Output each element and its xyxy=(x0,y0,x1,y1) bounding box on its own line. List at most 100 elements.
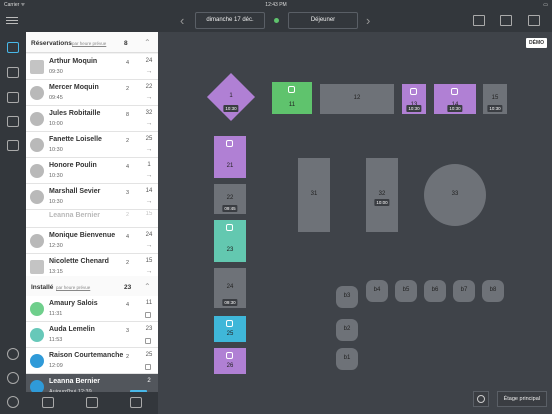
top-bar: ‹ dimanche 17 déc. Déjeuner › xyxy=(0,10,552,32)
table-31[interactable]: 31 xyxy=(298,158,330,232)
next-day-button[interactable]: › xyxy=(366,13,370,28)
gear-icon[interactable] xyxy=(7,348,19,360)
bell-tab-icon[interactable] xyxy=(130,397,142,408)
reserved-icon xyxy=(226,140,233,147)
seated-row[interactable]: Amaury Salois 11:31 4 11 xyxy=(26,296,158,322)
cover-count: 2 xyxy=(126,86,130,92)
table-number: 15 xyxy=(145,258,153,264)
info-icon[interactable] xyxy=(7,372,19,384)
cover-count: 4 xyxy=(126,302,130,308)
table-12[interactable]: 12 xyxy=(320,84,394,114)
table-25[interactable]: 25 xyxy=(214,316,246,342)
table-number: 26 xyxy=(226,363,234,369)
table-14[interactable]: 14 10:30 xyxy=(434,84,476,114)
book-icon[interactable] xyxy=(528,15,540,26)
table-time: 10:30 xyxy=(447,105,463,112)
table-time: 10:30 xyxy=(406,105,422,112)
table-time: 10:00 xyxy=(374,199,390,206)
reservation-row[interactable]: Honore Poulin 10:30 4 1 → xyxy=(26,158,158,184)
table-b5[interactable]: b5 xyxy=(395,280,417,302)
status-bar: Carrier ᯤ 12:43 PM ▭ xyxy=(0,0,552,10)
floor-plan: DÉMO 1 10:30 11 12 13 10:30 14 10:30 15 … xyxy=(160,32,552,414)
table-21[interactable]: 21 xyxy=(214,136,246,178)
seated-row[interactable]: Auda Lemelin 11:53 3 23 xyxy=(26,322,158,348)
chevron-up-icon[interactable]: ⌃ xyxy=(144,282,151,291)
seat-arrow-icon[interactable]: → xyxy=(142,172,156,179)
seat-arrow-icon[interactable]: → xyxy=(142,146,156,153)
date-selector[interactable]: dimanche 17 déc. xyxy=(195,12,265,29)
table-number: 11 xyxy=(145,300,153,306)
service-selector[interactable]: Déjeuner xyxy=(288,12,358,29)
table-33[interactable]: 33 xyxy=(424,164,486,226)
seat-arrow-icon[interactable]: → xyxy=(142,242,156,249)
table-b2[interactable]: b2 xyxy=(336,319,358,341)
guest-name: Jules Robitaille xyxy=(49,110,101,117)
table-number: 15 xyxy=(145,211,153,217)
reservation-row[interactable]: Jules Robitaille 10:00 8 32 → xyxy=(26,106,158,132)
table-b6[interactable]: b6 xyxy=(424,280,446,302)
seated-row[interactable]: Raison Courtemanche 12:09 2 25 xyxy=(26,348,158,374)
person-icon xyxy=(30,328,44,342)
table-24[interactable]: 24 09:30 xyxy=(214,268,246,308)
guest-name: Leanna Bernier xyxy=(49,378,100,385)
guest-name: Auda Lemelin xyxy=(49,326,95,333)
table-15[interactable]: 15 10:30 xyxy=(483,84,507,114)
seat-arrow-icon[interactable]: → xyxy=(142,198,156,205)
floor-selector-button[interactable]: Étage principal xyxy=(496,391,547,407)
cover-count: 3 xyxy=(126,328,130,334)
seated-sort-link[interactable]: par heure prévue xyxy=(56,285,90,290)
reservation-row[interactable]: Marshall Sevier 10:30 3 14 → xyxy=(26,184,158,210)
guest-name: Marshall Sevier xyxy=(49,188,101,195)
table-26[interactable]: 26 xyxy=(214,348,246,374)
table-b8[interactable]: b8 xyxy=(482,280,504,302)
reservations-sort-link[interactable]: par heure prévue xyxy=(72,41,106,46)
person-icon xyxy=(30,86,44,100)
table-b7[interactable]: b7 xyxy=(453,280,475,302)
menu-icon[interactable] xyxy=(6,15,18,27)
seat-arrow-icon[interactable]: → xyxy=(142,268,156,275)
table-b3[interactable]: b3 xyxy=(336,286,358,308)
reservation-time: 09:30 xyxy=(49,69,63,75)
reservation-time: 13:15 xyxy=(49,269,63,275)
table-view-icon[interactable] xyxy=(500,15,512,26)
waitlist-tab-icon[interactable] xyxy=(42,397,54,408)
table-number: b6 xyxy=(431,287,439,293)
table-11[interactable]: 11 xyxy=(272,82,312,114)
reservation-row[interactable]: Arthur Moquin 09:30 4 24 → xyxy=(26,54,158,80)
checkbox-icon[interactable] xyxy=(145,364,151,370)
reservation-row[interactable]: Monique Bienvenue 12:30 4 24 → xyxy=(26,228,158,254)
seat-arrow-icon[interactable]: → xyxy=(142,120,156,127)
reservation-row-dragging[interactable]: Leanna Bernier 2 15 xyxy=(26,210,158,228)
chevron-up-icon[interactable]: ⌃ xyxy=(144,38,151,47)
occupied-icon xyxy=(288,86,295,93)
report-icon[interactable] xyxy=(473,15,485,26)
book-tab-icon[interactable] xyxy=(86,397,98,408)
person-icon xyxy=(30,190,44,204)
table-22[interactable]: 22 09:45 xyxy=(214,184,246,214)
seated-time: 11:53 xyxy=(49,337,63,343)
seat-arrow-icon[interactable]: → xyxy=(142,94,156,101)
table-number: 1 xyxy=(147,162,151,168)
power-icon[interactable] xyxy=(7,396,19,408)
table-1-label: 1 10:30 xyxy=(214,80,248,114)
table-23[interactable]: 23 xyxy=(214,220,246,262)
table-32[interactable]: 32 10:00 xyxy=(366,158,398,232)
table-b1[interactable]: b1 xyxy=(336,348,358,370)
bell-icon[interactable] xyxy=(7,140,19,151)
checkbox-icon[interactable] xyxy=(145,312,151,318)
previous-day-button[interactable]: ‹ xyxy=(180,13,184,28)
reservation-row[interactable]: Mercer Moquin 09:45 2 22 → xyxy=(26,80,158,106)
checkbox-icon[interactable] xyxy=(145,338,151,344)
floor-plan-icon[interactable] xyxy=(7,42,19,53)
reservation-row[interactable]: Fanette Loiselle 10:30 2 25 → xyxy=(26,132,158,158)
waitlist-icon[interactable] xyxy=(7,67,19,78)
guest-book-icon[interactable] xyxy=(7,116,19,127)
guest-name: Raison Courtemanche xyxy=(49,352,124,359)
table-number: 14 xyxy=(145,188,153,194)
table-13[interactable]: 13 10:30 xyxy=(402,84,426,114)
calendar-icon[interactable] xyxy=(7,92,19,103)
guest-name: Mercer Moquin xyxy=(49,84,99,91)
seat-arrow-icon[interactable]: → xyxy=(142,68,156,75)
timeline-button[interactable] xyxy=(473,391,489,407)
table-b4[interactable]: b4 xyxy=(366,280,388,302)
